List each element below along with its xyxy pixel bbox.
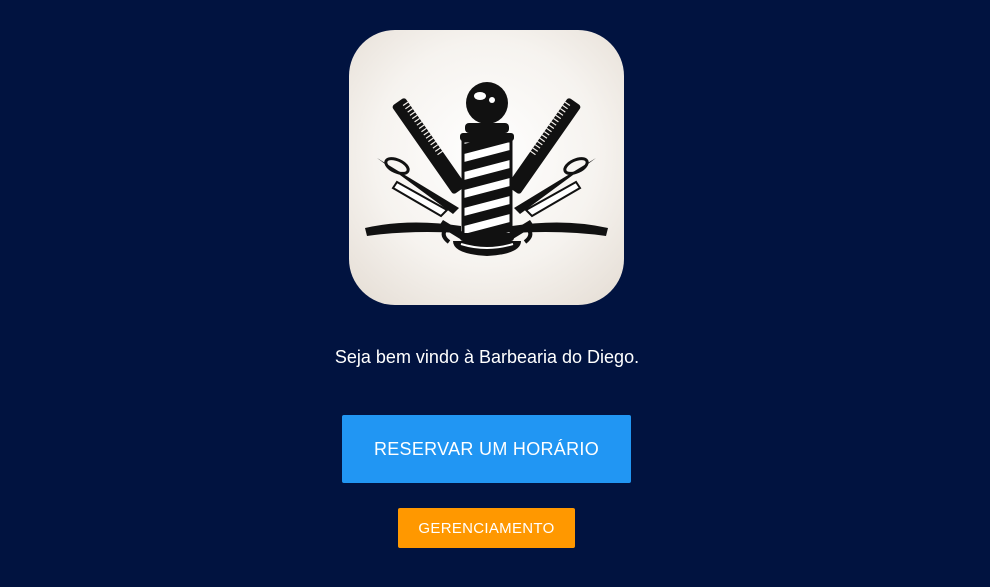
comb-right-icon xyxy=(507,98,581,194)
reserve-time-button[interactable]: RESERVAR UM HORÁRIO xyxy=(342,415,631,483)
management-button[interactable]: GERENCIAMENTO xyxy=(398,508,575,548)
barber-pole-icon xyxy=(365,82,608,256)
home-page: Seja bem vindo à Barbearia do Diego. RES… xyxy=(0,0,990,587)
welcome-message: Seja bem vindo à Barbearia do Diego. xyxy=(334,347,640,367)
comb-left-icon xyxy=(392,98,466,194)
barbershop-logo xyxy=(349,30,624,305)
